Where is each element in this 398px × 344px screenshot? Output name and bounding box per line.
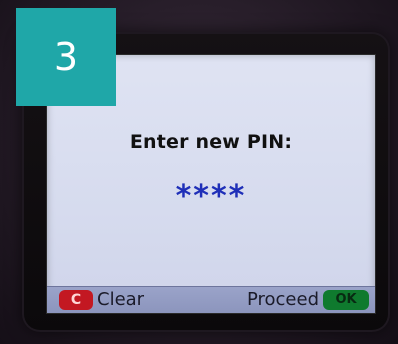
softkey-bar: C Clear Proceed OK [47,286,375,313]
proceed-label: Proceed [246,289,319,310]
clear-label: Clear [97,289,145,310]
step-number-badge: 3 [16,8,116,106]
pin-mask: **** [175,179,247,214]
clear-key-button[interactable]: C [59,290,93,310]
ok-key-button[interactable]: OK [323,290,369,310]
device-photo: Enter new PIN: **** C Clear Proceed OK 3 [0,0,398,344]
prompt-text: Enter new PIN: [129,131,293,153]
